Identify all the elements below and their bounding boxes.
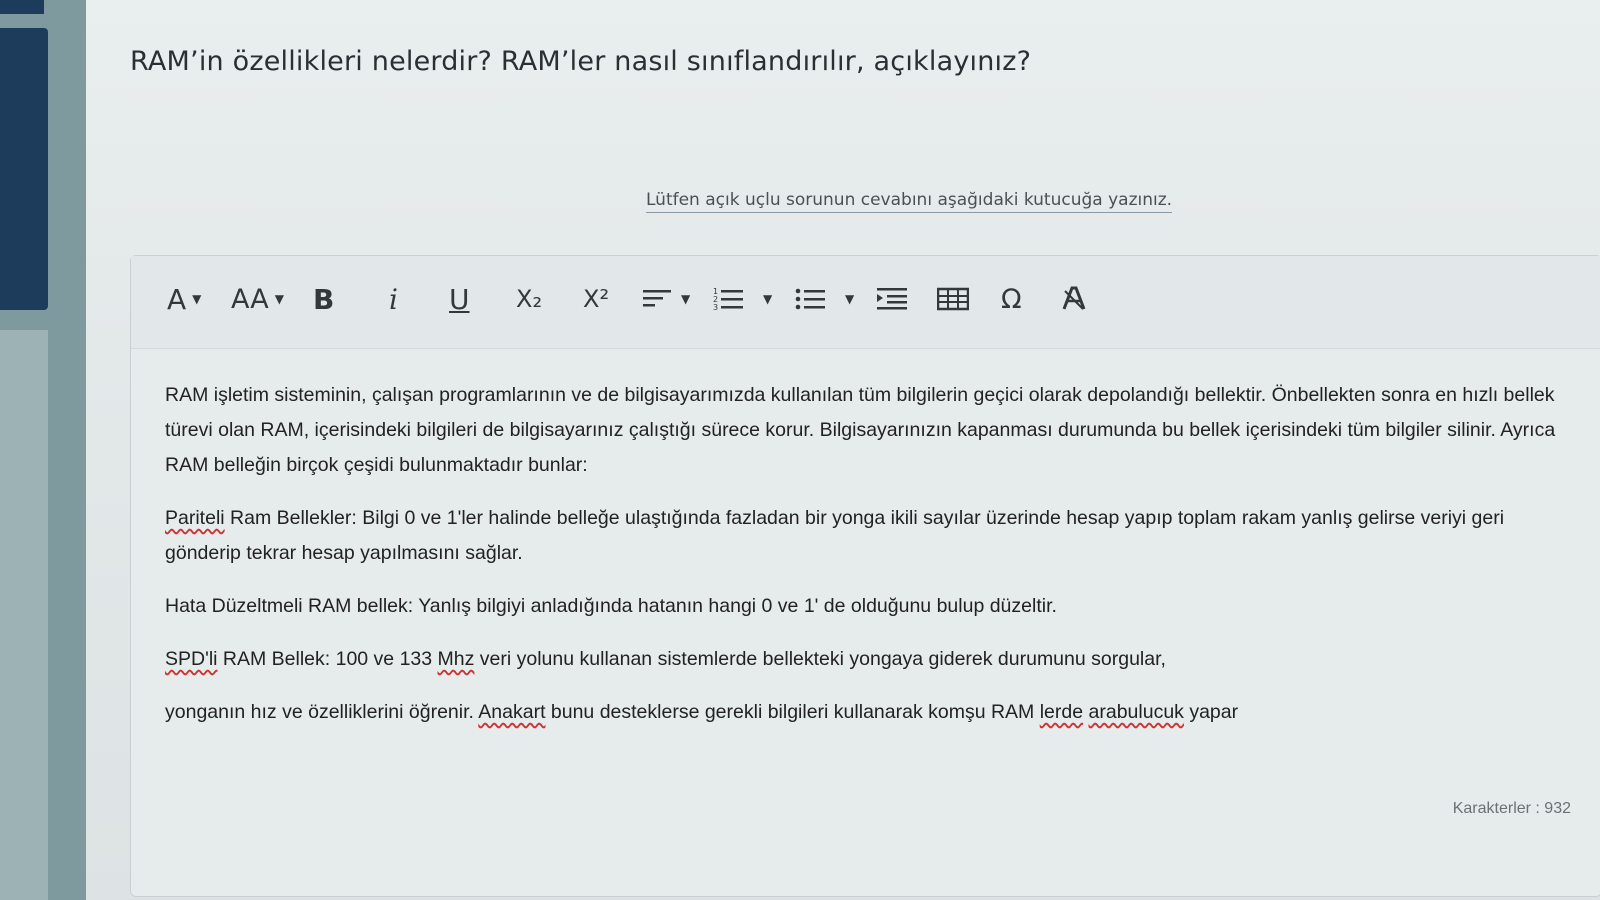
chevron-down-icon: ▼: [763, 292, 773, 306]
rich-text-editor: A ▼ AA ▼ B i U X₂ X² ▼ 1 2 3 ▼ ▼ Ω RAM i…: [130, 255, 1600, 897]
answer-paragraph: Pariteli Ram Bellekler: Bilgi 0 ve 1'ler…: [165, 501, 1565, 571]
align-button[interactable]: ▼: [643, 278, 690, 320]
svg-text:3: 3: [713, 303, 718, 312]
ordered-list-icon: 1 2 3: [713, 287, 743, 312]
bold-label: B: [313, 282, 335, 316]
underline-label: U: [449, 282, 470, 316]
text-run: RAM Bellek: 100 ve 133: [217, 648, 438, 670]
text-run: veri yolunu kullanan sistemlerde bellekt…: [474, 648, 1166, 670]
underline-button[interactable]: U: [449, 278, 470, 320]
text-run: yapar: [1183, 701, 1239, 723]
table-icon: [937, 287, 969, 311]
indent-button[interactable]: [877, 278, 909, 320]
editor-content[interactable]: RAM işletim sisteminin, çalışan programl…: [165, 378, 1565, 748]
italic-label: i: [389, 282, 398, 316]
answer-paragraph: Hata Düzeltmeli RAM bellek: Yanlış bilgi…: [165, 595, 1057, 617]
misspelled-word: Anakart: [478, 701, 546, 723]
main-area: RAM’in özellikleri nelerdir? RAM’ler nas…: [86, 0, 1600, 900]
unordered-list-icon: [795, 288, 825, 310]
misspelled-word: lerde: [1039, 701, 1084, 723]
answer-paragraph: RAM işletim sisteminin, çalışan programl…: [165, 384, 1556, 476]
special-char-button[interactable]: Ω: [1001, 278, 1022, 320]
clear-format-button[interactable]: [1061, 278, 1087, 320]
misspelled-word: arabulucuk: [1088, 701, 1184, 723]
font-color-button[interactable]: A ▼: [167, 278, 201, 320]
superscript-button[interactable]: X²: [583, 278, 609, 320]
indent-icon: [877, 288, 907, 310]
text-run: yonganın hız ve özelliklerini öğrenir.: [165, 701, 479, 723]
misspelled-word: Pariteli: [165, 507, 225, 529]
table-button[interactable]: [937, 278, 969, 320]
answer-paragraph: yonganın hız ve özelliklerini öğrenir. A…: [165, 695, 1565, 730]
bold-button[interactable]: B: [313, 278, 334, 320]
unordered-list-button[interactable]: ▼: [795, 278, 854, 320]
font-color-label: A: [167, 282, 187, 316]
text-run: Ram Bellekler: Bilgi 0 ve 1'ler halinde …: [165, 507, 1505, 564]
subscript-button[interactable]: X₂: [516, 278, 542, 320]
answer-paragraph: SPD'li RAM Bellek: 100 ve 133 Mhz veri y…: [165, 642, 1565, 677]
font-size-button[interactable]: AA ▼: [231, 278, 284, 320]
ordered-list-button[interactable]: 1 2 3 ▼: [713, 278, 772, 320]
editor-toolbar: A ▼ AA ▼ B i U X₂ X² ▼ 1 2 3 ▼ ▼ Ω: [131, 256, 1600, 349]
sidebar-strip: [0, 330, 48, 900]
chevron-down-icon: ▼: [274, 292, 284, 306]
chevron-down-icon: ▼: [845, 292, 855, 306]
text-run: bunu desteklerse gerekli bilgileri kulla…: [545, 701, 1040, 723]
character-counter: Karakterler : 932: [1452, 800, 1571, 817]
clear-format-icon: [1062, 286, 1086, 310]
align-icon: [643, 290, 671, 307]
italic-button[interactable]: i: [389, 278, 398, 320]
superscript-label: X²: [583, 285, 610, 313]
sidebar-panel[interactable]: [0, 28, 48, 310]
omega-icon: Ω: [1001, 283, 1022, 315]
font-size-label: AA: [231, 283, 269, 315]
question-title: RAM’in özellikleri nelerdir? RAM’ler nas…: [130, 46, 1032, 77]
instruction-text: Lütfen açık uçlu sorunun cevabını aşağıd…: [646, 190, 1173, 213]
chevron-down-icon: ▼: [681, 292, 691, 306]
misspelled-word: Mhz: [437, 648, 475, 670]
left-sidebar: [0, 0, 86, 900]
subscript-label: X₂: [516, 285, 543, 313]
sidebar-top-bar: [0, 0, 44, 14]
chevron-down-icon: ▼: [192, 292, 202, 306]
misspelled-word: SPD'li: [165, 648, 218, 670]
